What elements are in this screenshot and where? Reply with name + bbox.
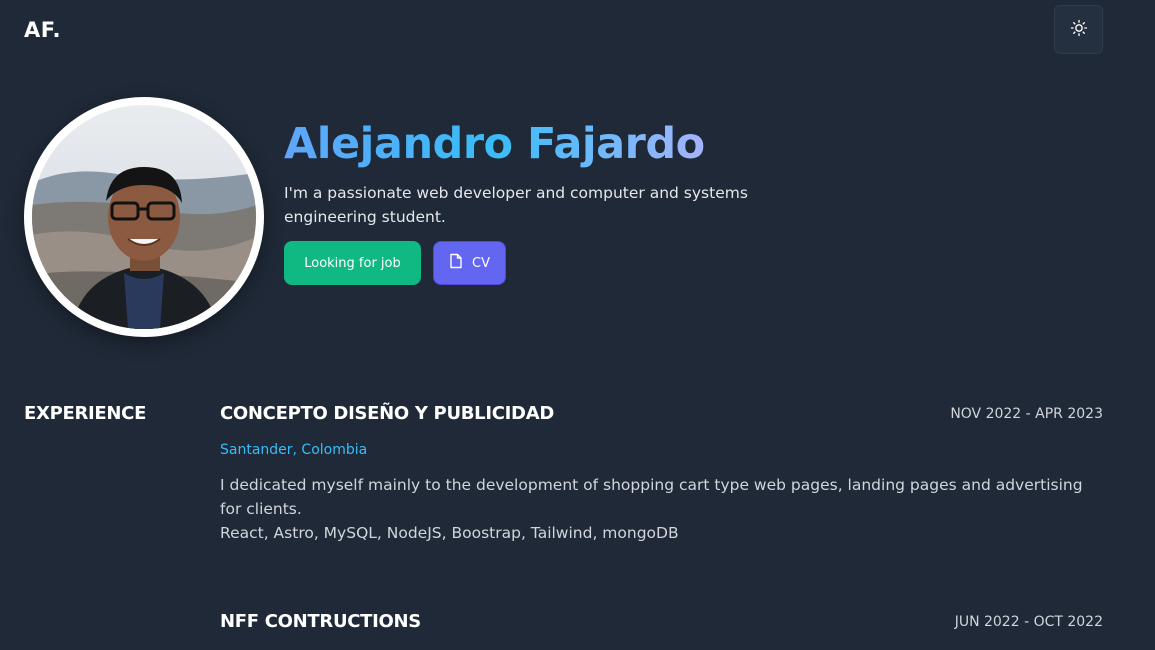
job-dates: NOV 2022 - APR 2023 xyxy=(950,406,1103,422)
cv-button[interactable]: CV xyxy=(433,241,506,285)
job-description-text: I dedicated myself mainly to the develop… xyxy=(220,476,1083,518)
job-description: I dedicated myself mainly to the develop… xyxy=(220,473,1105,545)
experience-heading: EXPERIENCE xyxy=(24,403,147,424)
job-dates: JUN 2022 - OCT 2022 xyxy=(954,614,1103,630)
job-location: Santander, Colombia xyxy=(220,442,368,458)
site-logo[interactable]: AF. xyxy=(24,18,61,42)
avatar xyxy=(32,105,256,329)
theme-toggle-button[interactable] xyxy=(1054,5,1103,54)
cv-label: CV xyxy=(472,255,490,271)
job-company: CONCEPTO DISEÑO Y PUBLICIDAD xyxy=(220,403,554,424)
job-tech-stack: React, Astro, MySQL, NodeJS, Boostrap, T… xyxy=(220,524,679,542)
sun-icon xyxy=(1070,19,1088,41)
job-company: NFF CONTRUCTIONS xyxy=(220,611,421,632)
profile-photo-frame xyxy=(24,97,264,337)
looking-for-job-label: Looking for job xyxy=(304,255,401,271)
hero-name: Alejandro Fajardo xyxy=(284,114,705,174)
looking-for-job-button[interactable]: Looking for job xyxy=(284,241,421,285)
hero-description: I'm a passionate web developer and compu… xyxy=(284,184,748,226)
document-icon xyxy=(449,253,463,273)
